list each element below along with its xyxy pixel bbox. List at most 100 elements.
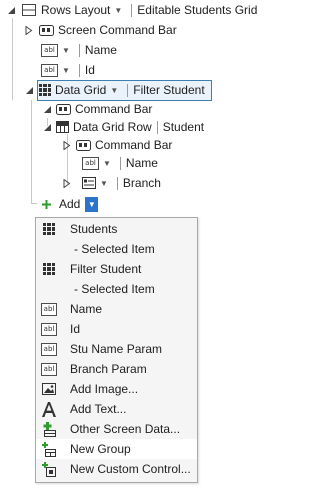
- abl-text: abl: [41, 342, 57, 356]
- menu-item-filter-student[interactable]: Filter Student: [36, 259, 197, 279]
- grid-command-bar-label: Command Bar: [75, 102, 153, 116]
- collapse-icon[interactable]: [24, 85, 34, 95]
- expand-icon[interactable]: [62, 178, 72, 188]
- rows-layout-icon: [22, 4, 36, 16]
- id-field-label: Id: [84, 63, 95, 77]
- expand-icon[interactable]: [62, 140, 72, 150]
- details-icon: [82, 177, 96, 189]
- grid-icon: [41, 221, 57, 237]
- data-grid-label: Data Grid: [55, 83, 107, 97]
- menu-item-label: Other Screen Data...: [70, 422, 181, 436]
- separator: [156, 120, 158, 134]
- tree-data-grid-row-row[interactable]: Data Grid Row Student: [42, 117, 204, 137]
- data-grid-value[interactable]: Filter Student: [133, 83, 204, 97]
- menu-item-add-image[interactable]: Add Image...: [36, 379, 197, 399]
- name-field-label: Name: [84, 43, 117, 57]
- tree-line: [12, 18, 13, 100]
- abl-text: abl: [41, 322, 57, 336]
- custom-control-icon: [41, 461, 57, 477]
- abl-textbox-icon: abl: [41, 301, 57, 317]
- data-grid-row-icon: [56, 121, 69, 133]
- menu-item-add-text[interactable]: Add Text...: [36, 399, 197, 419]
- menu-item-students-selected-item[interactable]: - Selected Item: [36, 239, 197, 259]
- command-bar-icon: [39, 24, 54, 36]
- menu-item-label: Add Text...: [70, 402, 127, 416]
- tree-row-name-row[interactable]: abl ▼ Name: [82, 153, 158, 173]
- menu-item-label: Branch Param: [70, 362, 147, 376]
- root-layout-label: Rows Layout: [41, 3, 111, 17]
- menu-item-branch-param[interactable]: abl Branch Param: [36, 359, 197, 379]
- separator: [119, 156, 121, 170]
- data-grid-row-value[interactable]: Student: [163, 120, 204, 134]
- separator: [78, 43, 80, 57]
- add-dropdown-button[interactable]: ▼: [85, 196, 99, 212]
- menu-item-new-custom-control[interactable]: New Custom Control...: [36, 459, 197, 479]
- menu-item-label: Add Image...: [70, 382, 139, 396]
- chevron-down-icon[interactable]: ▼: [100, 179, 108, 188]
- tree-data-grid-row[interactable]: Data Grid ▼ Filter Student: [24, 80, 205, 100]
- command-bar-icon: [56, 103, 71, 115]
- abl-text: abl: [41, 362, 57, 376]
- other-data-icon: [41, 421, 57, 437]
- menu-item-stu-name-param[interactable]: abl Stu Name Param: [36, 339, 197, 359]
- chevron-down-icon[interactable]: ▼: [103, 159, 111, 168]
- separator: [131, 3, 133, 17]
- chevron-down-icon[interactable]: ▼: [114, 6, 122, 15]
- menu-item-label: Name: [70, 302, 103, 316]
- chevron-down-icon[interactable]: ▼: [62, 66, 70, 75]
- new-group-icon: [41, 441, 57, 457]
- tree-row-command-bar-row[interactable]: Command Bar: [62, 135, 172, 155]
- command-bar-icon: [76, 139, 91, 151]
- add-dropdown-menu: Students - Selected Item Filter Student …: [35, 217, 198, 483]
- root-layout-value[interactable]: Editable Students Grid: [137, 3, 257, 17]
- grid-icon: [41, 261, 57, 277]
- image-icon: [41, 381, 57, 397]
- abl-textbox-icon: abl: [82, 156, 99, 170]
- menu-item-label: New Custom Control...: [70, 462, 191, 476]
- expand-icon[interactable]: [24, 25, 34, 35]
- row-name-label: Name: [125, 156, 158, 170]
- menu-item-label: Id: [70, 322, 81, 336]
- tree-grid-command-bar-row[interactable]: Command Bar: [42, 99, 152, 119]
- tree-name-row[interactable]: abl ▼ Name: [41, 40, 117, 60]
- chevron-down-icon[interactable]: ▼: [110, 86, 118, 95]
- data-grid-row-label: Data Grid Row: [73, 120, 152, 134]
- tree-row-branch-row[interactable]: ▼ Branch: [62, 173, 161, 193]
- menu-item-label: Filter Student: [70, 262, 142, 276]
- abl-textbox-icon: abl: [41, 321, 57, 337]
- add-button-row[interactable]: Add ▼: [42, 194, 99, 214]
- abl-textbox-icon: abl: [41, 341, 57, 357]
- collapse-icon[interactable]: [42, 122, 52, 132]
- add-label[interactable]: Add: [59, 197, 80, 211]
- menu-item-label: New Group: [70, 442, 131, 456]
- separator: [127, 83, 129, 97]
- abl-text: abl: [41, 302, 57, 316]
- separator: [78, 63, 80, 77]
- text-a-icon: [41, 401, 57, 417]
- menu-item-students[interactable]: Students: [36, 219, 197, 239]
- tree-root-row[interactable]: Rows Layout ▼ Editable Students Grid: [6, 0, 257, 20]
- collapse-icon[interactable]: [6, 5, 16, 15]
- chevron-down-icon[interactable]: ▼: [62, 46, 70, 55]
- tree-id-row[interactable]: abl ▼ Id: [41, 60, 95, 80]
- menu-item-filter-selected-item[interactable]: - Selected Item: [36, 279, 197, 299]
- row-command-bar-label: Command Bar: [95, 138, 173, 152]
- plus-icon: [42, 199, 51, 209]
- menu-item-new-group[interactable]: New Group: [36, 439, 197, 459]
- collapse-icon[interactable]: [42, 104, 52, 114]
- menu-item-label: Students: [70, 222, 118, 236]
- separator: [116, 176, 118, 190]
- tree-screen-command-bar-row[interactable]: Screen Command Bar: [24, 20, 177, 40]
- screen-command-bar-label: Screen Command Bar: [58, 23, 177, 37]
- tree-line: [31, 203, 37, 204]
- row-branch-label: Branch: [122, 176, 161, 190]
- menu-item-name[interactable]: abl Name: [36, 299, 197, 319]
- abl-textbox-icon: abl: [41, 43, 58, 57]
- abl-textbox-icon: abl: [41, 63, 58, 77]
- menu-item-id[interactable]: abl Id: [36, 319, 197, 339]
- abl-textbox-icon: abl: [41, 361, 57, 377]
- menu-item-other-screen-data[interactable]: Other Screen Data...: [36, 419, 197, 439]
- menu-item-label: Stu Name Param: [70, 342, 163, 356]
- tree-line: [31, 100, 32, 203]
- menu-item-label: - Selected Item: [74, 282, 155, 296]
